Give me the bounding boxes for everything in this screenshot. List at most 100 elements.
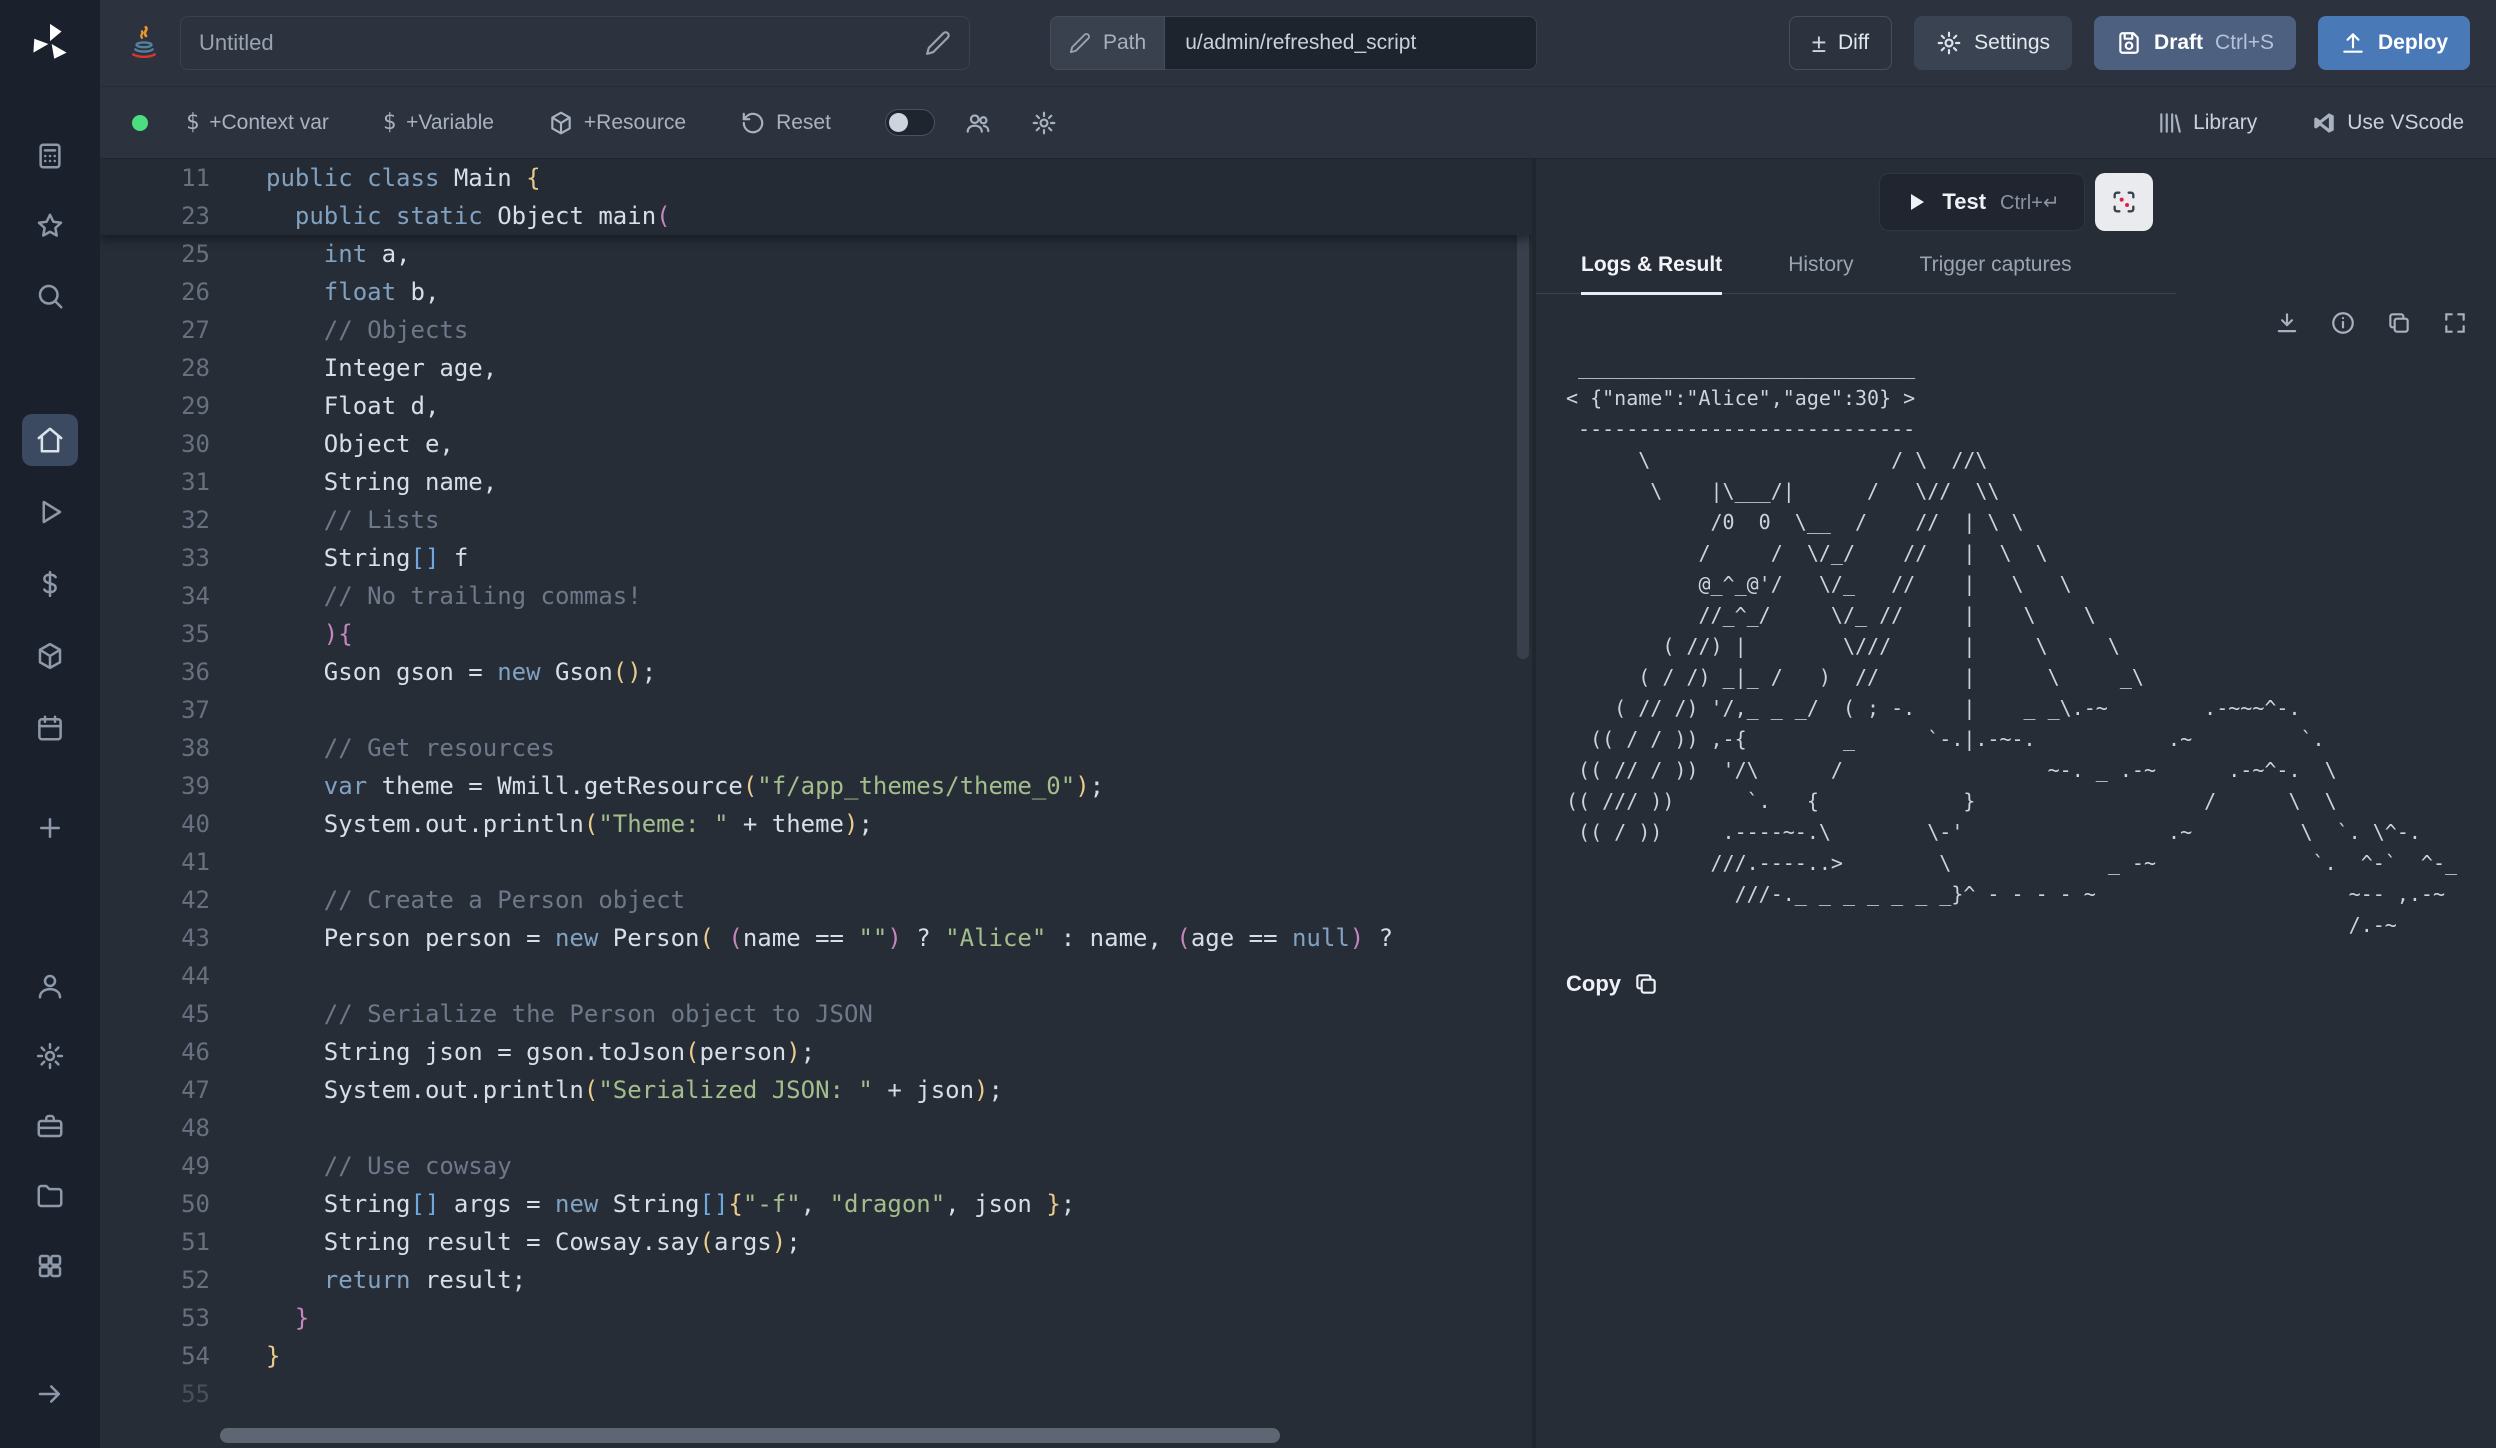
code-line[interactable]: 29 Float d, (100, 387, 1532, 425)
library-button[interactable]: Library (2157, 110, 2257, 136)
sidebar-item-more-apps[interactable] (22, 1240, 78, 1292)
folder-icon (35, 1181, 65, 1211)
sidebar-item-resources[interactable] (22, 630, 78, 682)
pencil-icon[interactable] (925, 30, 951, 56)
dollar-icon: $ (383, 110, 396, 135)
sidebar-item-runs[interactable] (22, 486, 78, 538)
code-line[interactable]: 53 } (100, 1299, 1532, 1337)
code-line[interactable]: 38 // Get resources (100, 729, 1532, 767)
code-line[interactable]: 11public class Main { (100, 159, 1532, 197)
code-line[interactable]: 54} (100, 1337, 1532, 1375)
result-panel: Test Ctrl+↵ Logs & Result History Trigge… (1536, 159, 2496, 1448)
code-line[interactable]: 36 Gson gson = new Gson(); (100, 653, 1532, 691)
code-line[interactable]: 44 (100, 957, 1532, 995)
code-line[interactable]: 40 System.out.println("Theme: " + theme)… (100, 805, 1532, 843)
add-variable-button[interactable]: $ +Variable (383, 110, 494, 135)
sidebar-item-create[interactable] (22, 802, 78, 854)
code-line[interactable]: 33 String[] f (100, 539, 1532, 577)
code-line[interactable]: 46 String json = gson.toJson(person); (100, 1033, 1532, 1071)
code-line[interactable]: 50 String[] args = new String[]{"-f", "d… (100, 1185, 1532, 1223)
sidebar-collapse-button[interactable] (22, 1368, 78, 1420)
code-line[interactable]: 39 var theme = Wmill.getResource("f/app_… (100, 767, 1532, 805)
sidebar-item-user[interactable] (22, 960, 78, 1012)
deploy-button[interactable]: Deploy (2318, 16, 2470, 70)
home-icon (35, 425, 65, 455)
horizontal-scrollbar[interactable] (220, 1428, 1280, 1443)
draft-shortcut: Ctrl+S (2215, 31, 2274, 55)
code-line[interactable]: 27 // Objects (100, 311, 1532, 349)
sticky-lines: 11public class Main {23 public static Ob… (100, 159, 1532, 235)
path-input[interactable]: u/admin/refreshed_script (1165, 16, 1537, 70)
sidebar-item-home[interactable] (22, 414, 78, 466)
code-line[interactable]: 37 (100, 691, 1532, 729)
tab-history[interactable]: History (1788, 253, 1853, 293)
code-line[interactable]: 52 return result; (100, 1261, 1532, 1299)
code-line[interactable]: 30 Object e, (100, 425, 1532, 463)
sidebar-item-schedules[interactable] (22, 702, 78, 754)
use-vscode-button[interactable]: Use VScode (2311, 110, 2464, 136)
code-line[interactable]: 25 int a, (100, 235, 1532, 273)
info-icon[interactable] (2330, 310, 2356, 336)
editor-toolbar: $ +Context var $ +Variable +Resource Res… (100, 86, 2496, 159)
copy-icon[interactable] (2386, 310, 2412, 336)
add-resource-button[interactable]: +Resource (548, 110, 686, 136)
settings-button[interactable]: Settings (1914, 16, 2072, 70)
status-dot (132, 115, 148, 131)
test-button[interactable]: Test Ctrl+↵ (1879, 173, 2084, 231)
editor-settings-button[interactable] (1031, 110, 1057, 136)
upload-icon (2340, 30, 2366, 56)
code-line[interactable]: 45 // Serialize the Person object to JSO… (100, 995, 1532, 1033)
code-line[interactable]: 32 // Lists (100, 501, 1532, 539)
code-line[interactable]: 31 String name, (100, 463, 1532, 501)
assistant-toggle[interactable] (885, 109, 935, 136)
code-line[interactable]: 43 Person person = new Person( (name == … (100, 919, 1532, 957)
code-line[interactable]: 34 // No trailing commas! (100, 577, 1532, 615)
result-output: ____________________________ < {"name":"… (1566, 352, 2496, 941)
plus-icon (35, 813, 65, 843)
code-line[interactable]: 48 (100, 1109, 1532, 1147)
sidebar-item-search[interactable] (22, 270, 78, 322)
star-icon (35, 211, 65, 241)
gear-icon (35, 1041, 65, 1071)
add-context-var-button[interactable]: $ +Context var (186, 110, 329, 135)
copy-result-button[interactable]: Copy (1566, 971, 2496, 997)
diff-button[interactable]: ± Diff (1789, 16, 1892, 70)
test-shortcut: Ctrl+↵ (2000, 190, 2060, 215)
code-line[interactable]: 47 System.out.println("Serialized JSON: … (100, 1071, 1532, 1109)
vscode-icon (2311, 110, 2337, 136)
calendar-icon (35, 713, 65, 743)
sidebar-item-favorites[interactable] (22, 200, 78, 252)
sidebar-item-variables[interactable] (22, 558, 78, 610)
sidebar-item-workers[interactable] (22, 1100, 78, 1152)
windmill-logo[interactable] (27, 20, 73, 66)
download-icon[interactable] (2274, 310, 2300, 336)
expand-icon[interactable] (2442, 310, 2468, 336)
code-line[interactable]: 23 public static Object main( (100, 197, 1532, 235)
code-line[interactable]: 55 (100, 1375, 1532, 1413)
multiplayer-button[interactable] (965, 110, 991, 136)
code-line[interactable]: 35 ){ (100, 615, 1532, 653)
result-tabs: Logs & Result History Trigger captures (1536, 253, 2176, 294)
draft-button[interactable]: Draft Ctrl+S (2094, 16, 2296, 70)
arrow-right-icon (35, 1379, 65, 1409)
reset-icon (740, 110, 766, 136)
code-line[interactable]: 51 String result = Cowsay.say(args); (100, 1223, 1532, 1261)
code-editor[interactable]: 11public class Main {23 public static Ob… (100, 159, 1532, 1448)
script-title-input[interactable]: Untitled (180, 16, 970, 70)
tab-logs-result[interactable]: Logs & Result (1581, 253, 1722, 295)
code-line[interactable]: 41 (100, 843, 1532, 881)
code-line[interactable]: 28 Integer age, (100, 349, 1532, 387)
capture-frame-button[interactable] (2095, 173, 2153, 231)
code-line[interactable]: 42 // Create a Person object (100, 881, 1532, 919)
sidebar-item-apps[interactable] (22, 130, 78, 182)
users-icon (965, 110, 991, 136)
tab-trigger-captures[interactable]: Trigger captures (1920, 253, 2072, 293)
dollar-icon: $ (186, 110, 199, 135)
code-line[interactable]: 26 float b, (100, 273, 1532, 311)
code-line[interactable]: 49 // Use cowsay (100, 1147, 1532, 1185)
path-label[interactable]: Path (1050, 16, 1165, 70)
sidebar-item-settings[interactable] (22, 1030, 78, 1082)
sidebar-item-folders[interactable] (22, 1170, 78, 1222)
reset-button[interactable]: Reset (740, 110, 831, 136)
pencil-icon (1069, 32, 1091, 54)
